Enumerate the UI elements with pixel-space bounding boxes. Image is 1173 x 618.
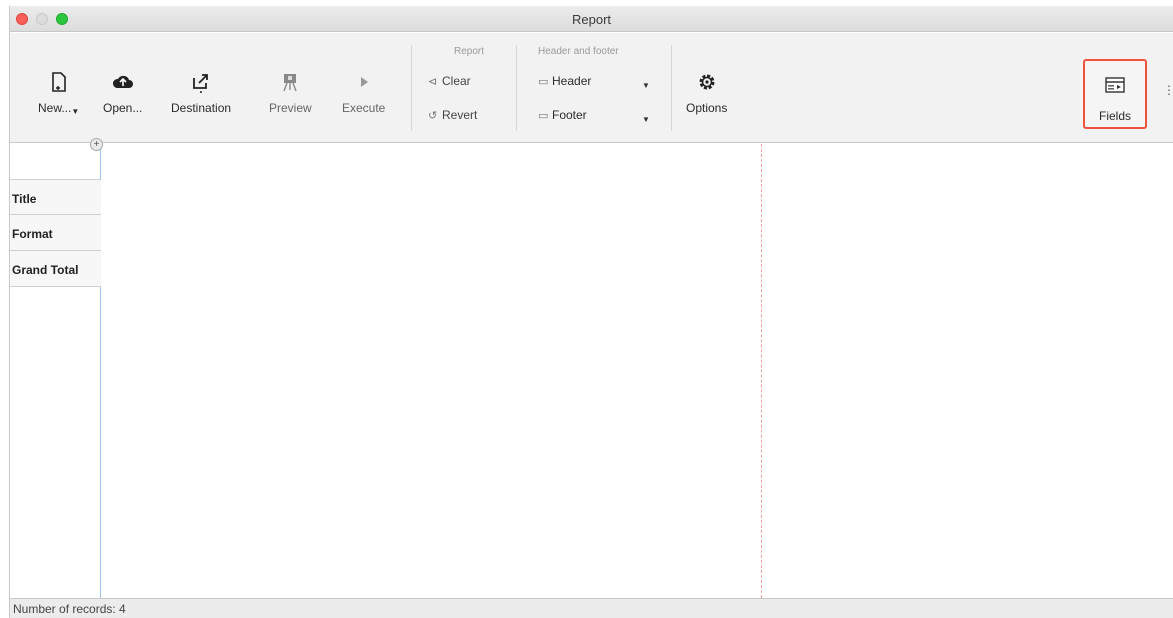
add-column-icon[interactable]: + — [90, 138, 103, 151]
options-button-label: Options — [686, 101, 728, 115]
preview-easel-icon — [283, 74, 297, 92]
revert-button-label: Revert — [442, 108, 478, 122]
report-window: Report New...▼ Open... Destination Previ… — [9, 6, 1173, 618]
toolbar-separator — [516, 45, 517, 131]
title-bar[interactable]: Report — [10, 6, 1173, 32]
new-button[interactable]: New...▼ — [38, 71, 80, 116]
footer-button-label: Footer — [552, 108, 587, 122]
options-button[interactable]: Options — [686, 71, 727, 115]
clear-button-label: Clear — [442, 74, 471, 88]
fields-panel-icon — [1105, 77, 1125, 93]
fields-button-label: Fields — [1098, 109, 1131, 123]
footer-icon: ▭ — [538, 110, 549, 122]
caret-down-icon: ▼ — [71, 107, 80, 116]
overflow-handle-icon[interactable]: ⋮ — [1163, 83, 1173, 97]
export-arrow-icon — [193, 74, 208, 93]
open-button[interactable]: Open... — [103, 71, 142, 115]
eraser-icon: ⊲ — [428, 76, 438, 88]
section-label: Format — [12, 227, 53, 241]
revert-button[interactable]: ↺ Revert — [428, 108, 477, 122]
footer-button[interactable]: ▭ Footer — [538, 108, 587, 122]
new-document-icon — [51, 72, 66, 92]
gear-icon — [699, 74, 715, 90]
header-icon: ▭ — [538, 76, 549, 88]
report-canvas[interactable]: + Title Format Grand Total — [10, 138, 1173, 598]
destination-button[interactable]: Destination — [171, 71, 231, 115]
toolbar-separator — [411, 45, 412, 131]
preview-button[interactable]: Preview — [269, 71, 312, 115]
open-button-label: Open... — [103, 101, 143, 115]
header-footer-group-title: Header and footer — [538, 46, 619, 57]
section-label: Title — [12, 192, 37, 206]
section-format[interactable]: Format — [10, 215, 101, 251]
section-label: Grand Total — [12, 263, 79, 277]
destination-button-label: Destination — [171, 101, 232, 115]
footer-dropdown-icon[interactable]: ▼ — [642, 115, 650, 124]
section-grand-total[interactable]: Grand Total — [10, 251, 101, 287]
toolbar-separator — [671, 45, 672, 131]
cloud-upload-icon — [112, 75, 133, 88]
execute-button-label: Execute — [342, 101, 386, 115]
report-group-title: Report — [454, 46, 485, 57]
preview-button-label: Preview — [269, 101, 312, 115]
play-icon — [360, 77, 368, 87]
record-count-text: Number of records: 4 — [13, 602, 126, 616]
status-bar: Number of records: 4 — [10, 598, 1173, 618]
revert-icon: ↺ — [428, 110, 438, 122]
window-title: Report — [571, 12, 612, 27]
page-margin-line — [761, 144, 762, 598]
execute-button[interactable]: Execute — [342, 71, 385, 115]
header-dropdown-icon[interactable]: ▼ — [642, 81, 650, 90]
header-button[interactable]: ▭ Header — [538, 74, 591, 88]
new-button-label: New... — [38, 101, 72, 115]
fields-button[interactable]: Fields — [1083, 59, 1147, 129]
header-button-label: Header — [552, 74, 592, 88]
section-title[interactable]: Title — [10, 179, 101, 215]
toolbar: New...▼ Open... Destination Preview Exec… — [10, 33, 1173, 143]
clear-button[interactable]: ⊲ Clear — [428, 74, 471, 88]
